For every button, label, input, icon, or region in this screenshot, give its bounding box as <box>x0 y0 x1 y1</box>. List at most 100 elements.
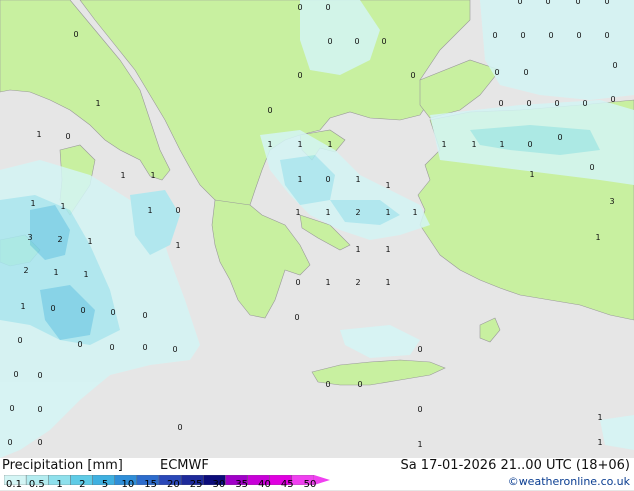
precipitation-value: 0 <box>612 61 617 70</box>
precipitation-value: 0 <box>576 31 581 40</box>
valid-datetime: Sa 17-01-2026 21..00 UTC (18+06) <box>400 458 630 473</box>
precipitation-value: 0 <box>297 3 302 12</box>
precipitation-value: 1 <box>385 278 390 287</box>
precipitation-value: 0 <box>575 0 580 6</box>
scale-tick-label: 5 <box>101 479 109 490</box>
precipitation-value: 1 <box>327 140 332 149</box>
precipitation-value: 0 <box>142 311 147 320</box>
precipitation-value: 0 <box>17 336 22 345</box>
precipitation-value: 1 <box>355 245 360 254</box>
precipitation-value: 1 <box>60 202 65 211</box>
precipitation-value: 0 <box>73 30 78 39</box>
scale-tick-label: 45 <box>280 479 294 490</box>
precipitation-value: 1 <box>36 130 41 139</box>
scale-tick-label: 35 <box>235 479 249 490</box>
precipitation-value: 0 <box>527 140 532 149</box>
scale-tick-label: 25 <box>189 479 203 490</box>
precipitation-value: 3 <box>609 197 614 206</box>
precipitation-value: 0 <box>517 0 522 6</box>
scale-tick-label: 10 <box>121 479 135 490</box>
precipitation-value: 1 <box>417 440 422 449</box>
precipitation-value: 0 <box>557 133 562 142</box>
precipitation-value: 1 <box>87 237 92 246</box>
precipitation-value: 0 <box>548 31 553 40</box>
precipitation-value: 0 <box>172 345 177 354</box>
precipitation-value: 0 <box>520 31 525 40</box>
precipitation-value: 0 <box>175 206 180 215</box>
precipitation-value: 1 <box>385 245 390 254</box>
precipitation-value: 1 <box>595 233 600 242</box>
precipitation-value: 0 <box>417 345 422 354</box>
precipitation-value: 0 <box>77 340 82 349</box>
precipitation-value: 0 <box>410 71 415 80</box>
scale-tick-label: 15 <box>144 479 157 490</box>
precipitation-value: 1 <box>412 208 417 217</box>
precipitation-value: 0 <box>604 0 609 6</box>
precipitation-value: 0 <box>492 31 497 40</box>
precipitation-value: 0 <box>325 175 330 184</box>
precipitation-value: 0 <box>109 343 114 352</box>
precipitation-value: 0 <box>50 304 55 313</box>
precipitation-value: 0 <box>381 37 386 46</box>
precipitation-value: 1 <box>297 175 302 184</box>
precipitation-value: 0 <box>297 71 302 80</box>
precipitation-value: 1 <box>385 208 390 217</box>
precipitation-value: 2 <box>355 208 360 217</box>
precipitation-value: 1 <box>325 278 330 287</box>
precipitation-value: 0 <box>494 68 499 77</box>
precipitation-value: 1 <box>147 206 152 215</box>
precipitation-value: 1 <box>297 140 302 149</box>
precipitation-value: 1 <box>529 170 534 179</box>
precipitation-value: 0 <box>526 99 531 108</box>
precipitation-value: 0 <box>110 308 115 317</box>
precipitation-value: 1 <box>295 208 300 217</box>
precipitation-value: 0 <box>357 380 362 389</box>
precipitation-value: 0 <box>9 404 14 413</box>
precipitation-value: 1 <box>597 438 602 447</box>
precipitation-value: 0 <box>80 306 85 315</box>
model-name: ECMWF <box>160 458 209 473</box>
scale-tick-label: 50 <box>303 479 317 490</box>
precipitation-value: 0 <box>142 343 147 352</box>
precipitation-value: 1 <box>385 181 390 190</box>
precipitation-value: 1 <box>355 175 360 184</box>
precipitation-value: 0 <box>325 3 330 12</box>
precipitation-value: 0 <box>589 163 594 172</box>
scale-tick-label: 0.1 <box>6 479 22 490</box>
precipitation-value: 1 <box>83 270 88 279</box>
precipitation-value: 0 <box>37 405 42 414</box>
precipitation-value: 0 <box>327 37 332 46</box>
precipitation-value: 0 <box>37 371 42 380</box>
precipitation-value: 0 <box>13 370 18 379</box>
precipitation-value: 0 <box>610 95 615 104</box>
scale-tick-label: 1 <box>56 479 63 490</box>
precipitation-value: 1 <box>441 140 446 149</box>
precipitation-value: 1 <box>471 140 476 149</box>
scale-tick-label: 20 <box>167 479 180 490</box>
precipitation-value: 0 <box>295 278 300 287</box>
precipitation-value: 0 <box>177 423 182 432</box>
precipitation-map: 0 0 0 0 0 0 0 0 0 0 0 0 0 0 0 0 0 0 0 0 1 0 0 0 0 0 0 1 1 1 1 1 1 0 0 0 1 0 1 1… <box>0 0 634 458</box>
precipitation-value: 1 <box>95 99 100 108</box>
precipitation-value: 0 <box>354 37 359 46</box>
precipitation-value: 0 <box>545 0 550 6</box>
credit-link[interactable]: ©weatheronline.co.uk <box>508 475 630 488</box>
scale-tick-label: 30 <box>212 479 226 490</box>
precipitation-value: 0 <box>267 106 272 115</box>
precipitation-value: 0 <box>37 438 42 447</box>
map-title: Precipitation [mm] <box>2 458 123 473</box>
precipitation-value: 3 <box>27 233 32 242</box>
scale-tick-label: 40 <box>258 479 271 490</box>
scale-tick-label: 2 <box>79 479 86 490</box>
precipitation-value: 0 <box>523 68 528 77</box>
precipitation-value: 1 <box>597 413 602 422</box>
precipitation-value: 1 <box>150 171 155 180</box>
precipitation-value: 2 <box>23 266 28 275</box>
precipitation-value: 0 <box>604 31 609 40</box>
precipitation-value: 1 <box>267 140 272 149</box>
precipitation-value: 1 <box>20 302 25 311</box>
precipitation-value: 1 <box>120 171 125 180</box>
precipitation-value: 0 <box>294 313 299 322</box>
precipitation-value: 0 <box>7 438 12 447</box>
footer: Precipitation [mm] ECMWF Sa 17-01-2026 2… <box>0 458 634 490</box>
